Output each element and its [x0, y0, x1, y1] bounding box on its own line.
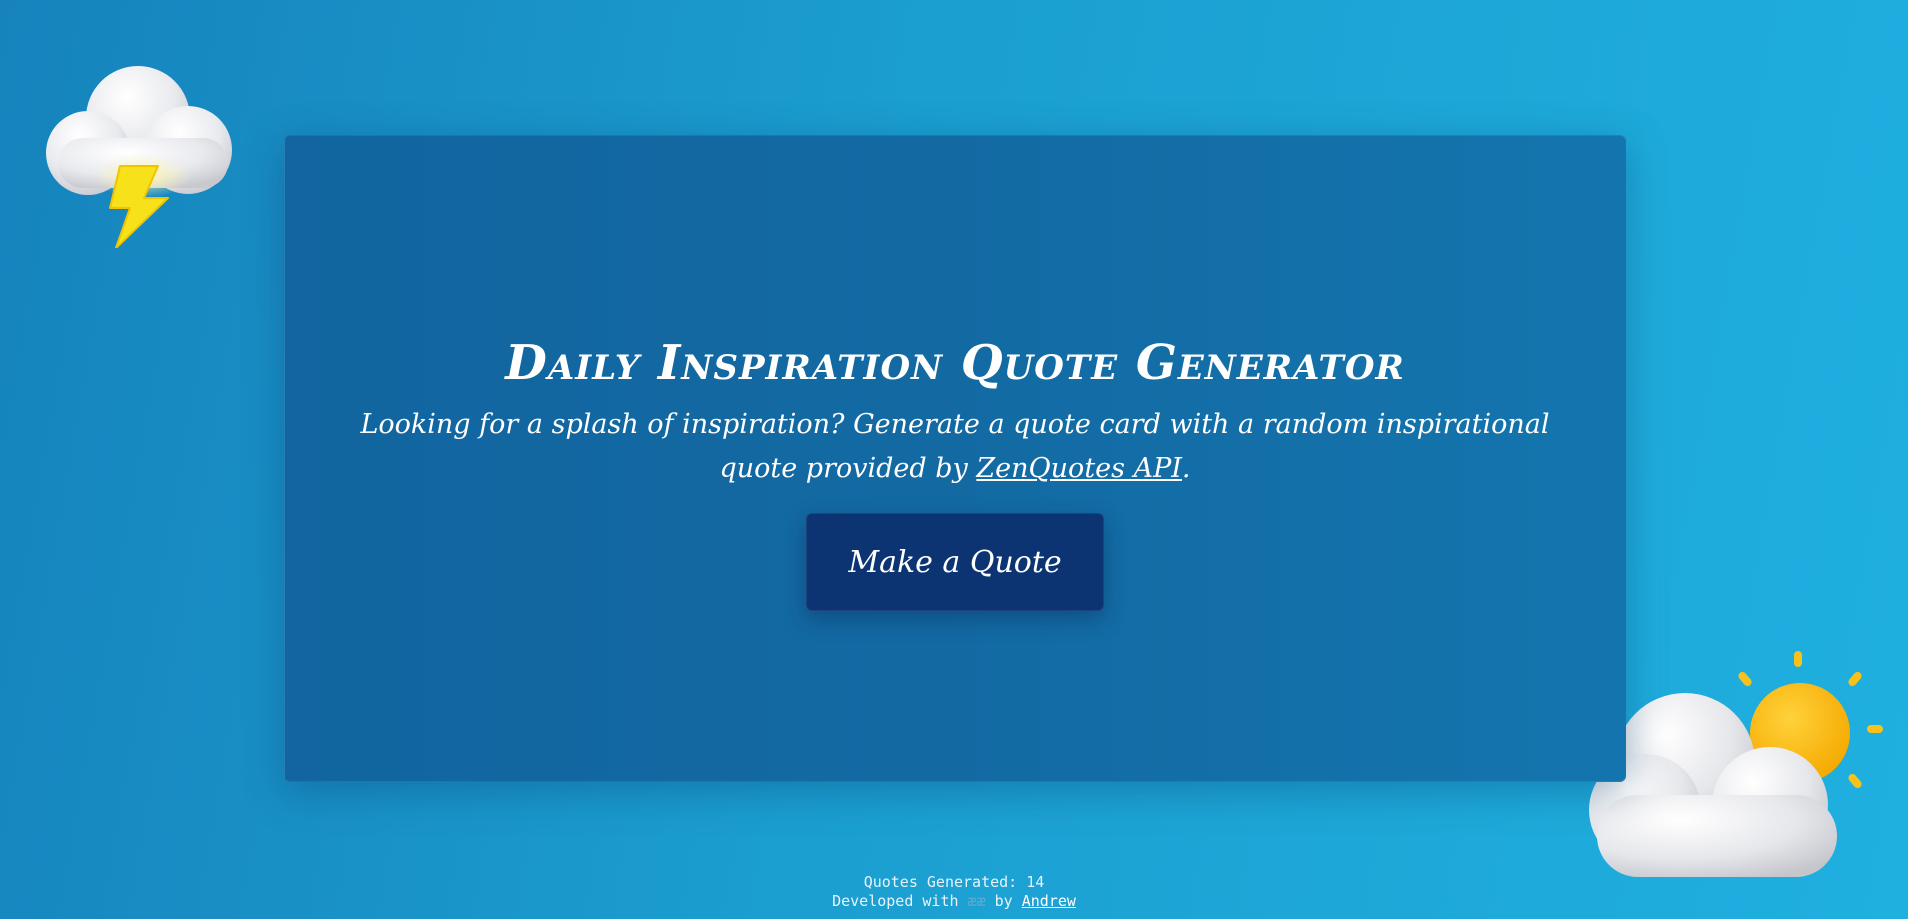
developed-by: by: [994, 892, 1013, 910]
quote-generator-card: Daily Inspiration Quote Generator Lookin…: [284, 135, 1626, 782]
developer-credit: Developed with ææ by Andrew: [0, 892, 1908, 911]
heart-icon: ææ: [967, 892, 986, 910]
author-link[interactable]: Andrew: [1022, 892, 1076, 910]
subtitle-end: .: [1181, 453, 1191, 485]
footer: Quotes Generated: 14 Developed with ææ b…: [0, 873, 1908, 911]
make-quote-button[interactable]: Make a Quote: [806, 513, 1104, 612]
zenquotes-api-link[interactable]: ZenQuotes API: [976, 453, 1182, 484]
subtitle: Looking for a splash of inspiration? Gen…: [325, 403, 1585, 491]
subtitle-text: Looking for a splash of inspiration? Gen…: [360, 409, 1550, 485]
counter-value: 14: [1026, 873, 1045, 891]
sun-behind-cloud-icon: [1585, 645, 1885, 895]
developed-prefix: Developed with: [832, 892, 959, 910]
storm-cloud-icon: [38, 58, 238, 249]
counter-label: Quotes Generated:: [863, 873, 1018, 891]
page-title: Daily Inspiration Quote Generator: [505, 335, 1405, 391]
quotes-counter: Quotes Generated: 14: [0, 873, 1908, 892]
card-content: Daily Inspiration Quote Generator Lookin…: [285, 335, 1625, 612]
